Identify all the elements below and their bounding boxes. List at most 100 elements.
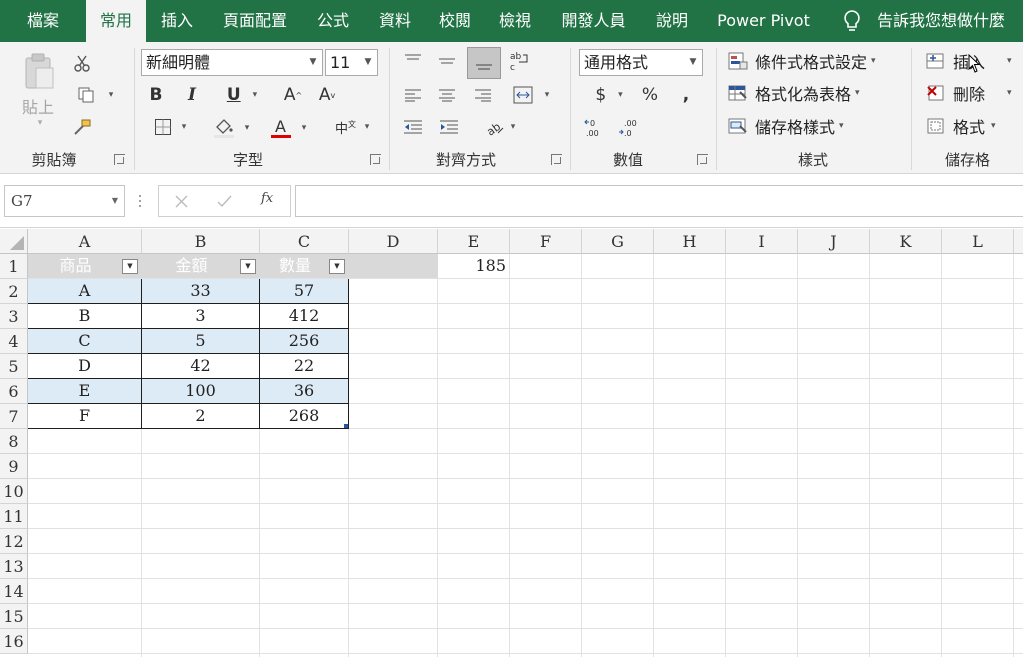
cell-e1[interactable]: 185: [438, 254, 509, 278]
row-header-2[interactable]: 2: [0, 279, 28, 304]
borders-button[interactable]: ▾: [146, 116, 194, 138]
wrap-text-button[interactable]: ab c: [507, 48, 533, 74]
tab-file[interactable]: 檔案: [0, 0, 86, 42]
align-right-button[interactable]: [470, 84, 496, 106]
table-cell[interactable]: C: [28, 329, 141, 353]
table-cell[interactable]: 2: [142, 404, 259, 428]
middle-align-button[interactable]: [434, 48, 460, 74]
formula-input[interactable]: [295, 185, 1023, 217]
increase-decimal-button[interactable]: 0.00: [584, 116, 606, 138]
decrease-indent-button[interactable]: [400, 116, 426, 138]
filter-dropdown-icon[interactable]: ▼: [122, 259, 138, 274]
table-cell[interactable]: 268: [260, 404, 348, 428]
italic-button[interactable]: I: [182, 84, 202, 106]
table-cell[interactable]: E: [28, 379, 141, 403]
column-header-j[interactable]: J: [798, 229, 870, 254]
increase-font-size-button[interactable]: A ^: [283, 84, 303, 106]
table-cell[interactable]: 100: [142, 379, 259, 403]
delete-cells-button[interactable]: 刪除 ▾: [926, 80, 1012, 106]
row-header-7[interactable]: 7: [0, 404, 28, 429]
align-center-button[interactable]: [434, 84, 460, 106]
row-header-11[interactable]: 11: [0, 504, 28, 529]
table-cell[interactable]: 5: [142, 329, 259, 353]
number-launcher-icon[interactable]: [697, 154, 708, 165]
underline-button[interactable]: U ▾: [217, 84, 267, 106]
format-as-table-button[interactable]: 格式化為表格 ▾: [728, 80, 860, 106]
bottom-align-button[interactable]: [467, 47, 501, 79]
tab-page-layout[interactable]: 頁面配置: [208, 0, 302, 42]
splitter-dots-icon[interactable]: [138, 191, 142, 211]
tab-view[interactable]: 檢視: [484, 0, 546, 42]
table-cell[interactable]: F: [28, 404, 141, 428]
lightbulb-icon[interactable]: [842, 9, 862, 33]
phonetic-guide-button[interactable]: 中 文 ▾: [330, 116, 374, 138]
cut-button[interactable]: [70, 52, 94, 74]
table-cell[interactable]: 256: [260, 329, 348, 353]
table-header-product[interactable]: 商品 ▼: [28, 254, 141, 278]
filter-dropdown-icon[interactable]: ▼: [329, 259, 345, 274]
column-header-c[interactable]: C: [260, 229, 349, 254]
table-cell[interactable]: 33: [142, 279, 259, 303]
tab-data[interactable]: 資料: [364, 0, 426, 42]
chevron-down-icon[interactable]: ▼: [359, 50, 377, 75]
column-header-f[interactable]: F: [510, 229, 582, 254]
number-format-combobox[interactable]: 通用格式 ▼: [579, 49, 703, 76]
column-header-l[interactable]: L: [942, 229, 1014, 254]
row-header-5[interactable]: 5: [0, 354, 28, 379]
table-header-amount[interactable]: 金額 ▼: [142, 254, 259, 278]
tab-developer[interactable]: 開發人員: [546, 0, 641, 42]
align-left-button[interactable]: [400, 84, 426, 106]
accounting-format-button[interactable]: $ ▾: [586, 84, 632, 106]
row-header-15[interactable]: 15: [0, 604, 28, 629]
tab-formulas[interactable]: 公式: [302, 0, 364, 42]
cancel-icon[interactable]: [175, 195, 188, 208]
table-resize-handle[interactable]: [344, 424, 348, 428]
alignment-launcher-icon[interactable]: [551, 154, 562, 165]
row-header-1[interactable]: 1: [0, 254, 28, 279]
font-color-button[interactable]: A ▾: [264, 116, 312, 140]
clipboard-launcher-icon[interactable]: [114, 154, 125, 165]
copy-button[interactable]: ▾: [70, 84, 120, 106]
chevron-down-icon[interactable]: ▼: [112, 186, 118, 216]
table-cell[interactable]: 22: [260, 354, 348, 378]
column-header-b[interactable]: B: [142, 229, 260, 254]
table-cell[interactable]: 412: [260, 304, 348, 328]
decrease-decimal-button[interactable]: .00.0: [618, 116, 640, 138]
fill-color-button[interactable]: ▾: [208, 116, 254, 140]
tab-review[interactable]: 校閱: [426, 0, 484, 42]
increase-indent-button[interactable]: [436, 116, 462, 138]
table-cell[interactable]: 36: [260, 379, 348, 403]
orientation-button[interactable]: ab ▾: [478, 116, 522, 138]
font-size-combobox[interactable]: 11 ▼: [325, 49, 378, 76]
font-launcher-icon[interactable]: [370, 154, 381, 165]
select-all-corner[interactable]: [0, 229, 28, 254]
cell-styles-button[interactable]: 儲存格樣式 ▾: [728, 113, 844, 139]
column-header-d[interactable]: D: [349, 229, 438, 254]
tab-help[interactable]: 說明: [641, 0, 703, 42]
column-header-h[interactable]: H: [654, 229, 726, 254]
table-cell[interactable]: 57: [260, 279, 348, 303]
row-header-14[interactable]: 14: [0, 579, 28, 604]
table-cell[interactable]: A: [28, 279, 141, 303]
tab-power-pivot[interactable]: Power Pivot: [703, 0, 824, 42]
format-painter-button[interactable]: [70, 116, 94, 138]
format-cells-button[interactable]: 格式 ▾: [926, 113, 996, 139]
column-header-a[interactable]: A: [28, 229, 142, 254]
table-cell[interactable]: B: [28, 304, 141, 328]
column-header-k[interactable]: K: [870, 229, 942, 254]
row-header-4[interactable]: 4: [0, 329, 28, 354]
decrease-font-size-button[interactable]: Av: [317, 84, 337, 106]
name-box[interactable]: G7 ▼: [4, 185, 125, 217]
row-header-13[interactable]: 13: [0, 554, 28, 579]
insert-function-button[interactable]: fx: [261, 191, 273, 206]
column-header-e[interactable]: E: [438, 229, 510, 254]
column-header-m[interactable]: [1014, 229, 1023, 254]
font-name-combobox[interactable]: 新細明體 ▼: [141, 49, 323, 76]
chevron-down-icon[interactable]: ▼: [304, 50, 322, 75]
tab-insert[interactable]: 插入: [146, 0, 208, 42]
row-header-12[interactable]: 12: [0, 529, 28, 554]
comma-style-button[interactable]: ,: [676, 84, 696, 106]
row-header-8[interactable]: 8: [0, 429, 28, 454]
paste-button[interactable]: 貼上 ▾: [18, 52, 58, 132]
chevron-down-icon[interactable]: ▼: [684, 50, 702, 75]
